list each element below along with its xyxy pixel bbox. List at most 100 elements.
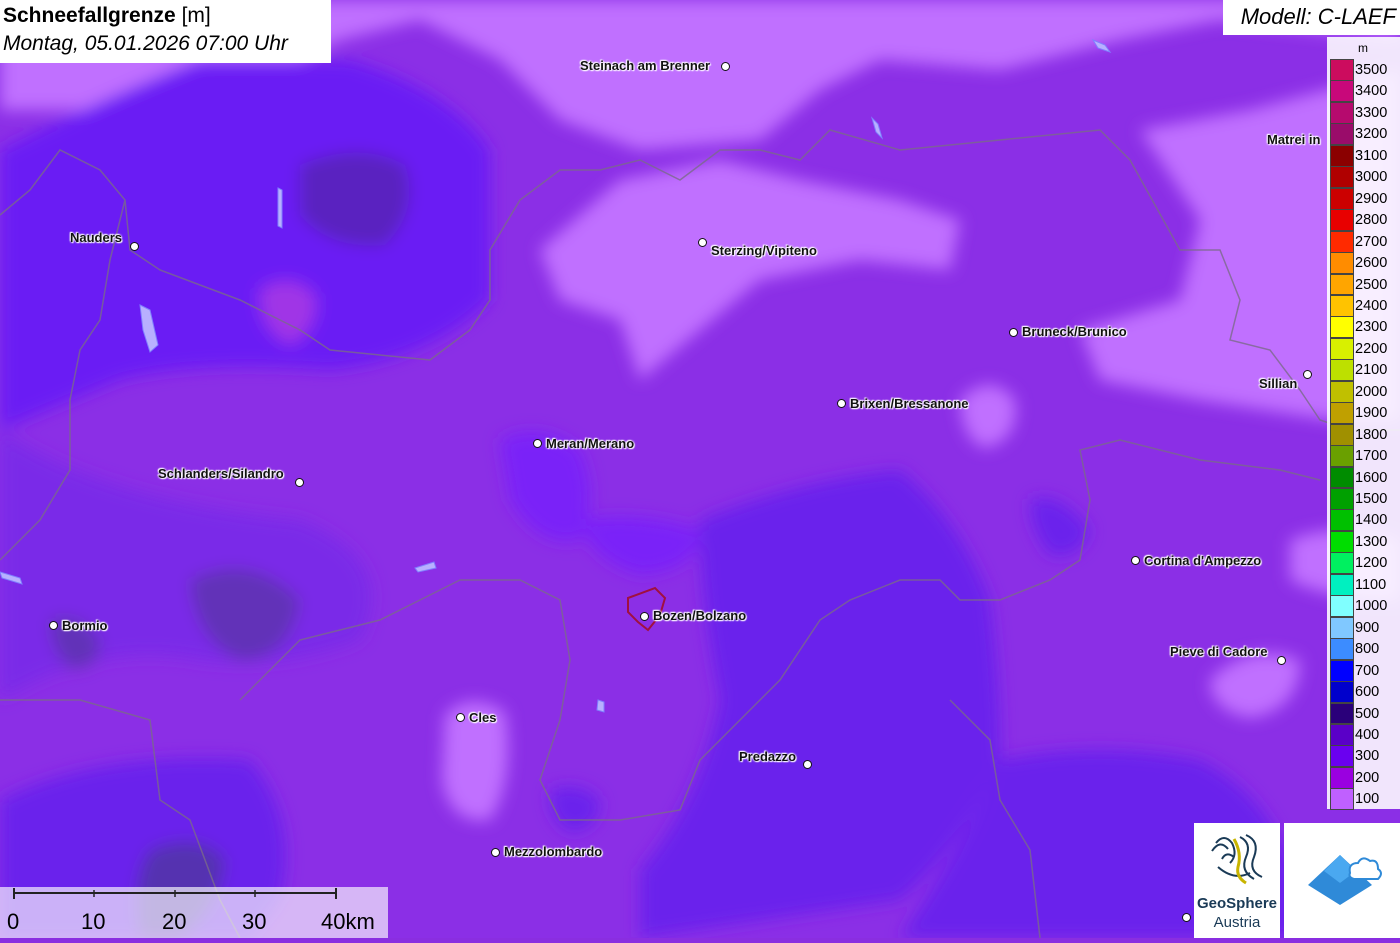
city-label[interactable]: Sterzing/Vipiteno xyxy=(711,244,817,258)
city-label[interactable]: Predazzo xyxy=(739,750,796,764)
legend-label: 2100 xyxy=(1355,362,1388,379)
legend-label: 2800 xyxy=(1355,212,1388,229)
legend-label: 3500 xyxy=(1355,62,1388,78)
city-marker[interactable] xyxy=(803,760,812,769)
legend-swatch xyxy=(1330,659,1354,682)
legend-swatch xyxy=(1330,294,1354,317)
legend-swatch xyxy=(1330,316,1354,339)
legend-swatch xyxy=(1330,101,1354,124)
legend-swatch xyxy=(1330,230,1354,253)
legend-swatch xyxy=(1330,252,1354,274)
legend-label: 500 xyxy=(1355,705,1380,722)
city-marker[interactable] xyxy=(1277,656,1286,665)
geosphere-logo[interactable]: GeoSphere Austria xyxy=(1194,823,1280,938)
legend-swatch xyxy=(1330,552,1354,575)
legend-label: 800 xyxy=(1355,641,1380,658)
legend-label: 1000 xyxy=(1355,598,1388,615)
city-label[interactable]: Bormio xyxy=(62,619,108,633)
house-cloud-logo[interactable] xyxy=(1284,823,1400,938)
house-cloud-icon xyxy=(1308,855,1382,905)
legend-swatch xyxy=(1330,80,1354,103)
legend-label: 2700 xyxy=(1355,233,1388,250)
city-marker[interactable] xyxy=(533,439,542,448)
city-marker[interactable] xyxy=(640,612,649,621)
city-label[interactable]: Schlanders/Silandro xyxy=(158,467,284,481)
legend-swatch xyxy=(1330,166,1354,189)
scale-label: 30 xyxy=(242,909,267,934)
legend-swatch xyxy=(1330,423,1354,446)
legend-label: 2000 xyxy=(1355,383,1388,400)
legend-swatch xyxy=(1330,616,1354,639)
model-label: Modell: C-LAEF xyxy=(1240,4,1396,29)
scale-label: 10 xyxy=(81,909,106,934)
city-label[interactable]: Bruneck/Brunico xyxy=(1022,325,1127,339)
map-title-unit: [m] xyxy=(181,4,211,27)
city-marker[interactable] xyxy=(295,478,304,487)
city-marker[interactable] xyxy=(491,848,500,857)
legend-swatch xyxy=(1330,595,1354,618)
legend-label: 700 xyxy=(1355,662,1380,679)
city-label[interactable]: Brixen/Bressanone xyxy=(850,397,969,411)
city-marker[interactable] xyxy=(698,238,707,247)
legend-swatch xyxy=(1330,187,1354,210)
model-box: Modell: C-LAEF xyxy=(1223,0,1400,35)
legend-swatch xyxy=(1330,702,1354,725)
legend-swatch xyxy=(1330,681,1354,703)
legend-label: 1200 xyxy=(1355,555,1388,572)
legend-label: 300 xyxy=(1355,748,1380,765)
city-label[interactable]: Matrei in xyxy=(1267,133,1320,147)
city-label[interactable]: Pieve di Cadore xyxy=(1170,645,1268,659)
city-marker[interactable] xyxy=(721,62,730,71)
legend-label: 600 xyxy=(1355,684,1380,701)
city-marker[interactable] xyxy=(456,713,465,722)
city-marker[interactable] xyxy=(837,399,846,408)
legend-label: 1300 xyxy=(1355,533,1388,550)
city-label[interactable]: Steinach am Brenner xyxy=(580,59,710,73)
legend-swatch xyxy=(1330,445,1354,468)
city-label[interactable]: Sillian xyxy=(1259,377,1297,391)
legend-swatch xyxy=(1330,509,1354,532)
geosphere-label-1: GeoSphere xyxy=(1196,895,1278,912)
legend-label: 2300 xyxy=(1355,319,1388,336)
legend-label: 1700 xyxy=(1355,448,1388,465)
scale-label: 40km xyxy=(321,909,375,934)
city-marker[interactable] xyxy=(49,621,58,630)
city-marker[interactable] xyxy=(1182,913,1191,922)
geosphere-label-2: Austria xyxy=(1213,914,1261,931)
city-label[interactable]: Nauders xyxy=(70,231,122,245)
city-label[interactable]: Cortina d'Ampezzo xyxy=(1144,554,1261,568)
legend-label: 3200 xyxy=(1355,126,1388,143)
city-marker[interactable] xyxy=(1303,370,1312,379)
legend-label: 3400 xyxy=(1355,83,1388,100)
city-label[interactable]: Mezzolombardo xyxy=(504,845,602,859)
legend-swatch xyxy=(1330,59,1354,81)
city-label[interactable]: Bozen/Bolzano xyxy=(653,609,746,623)
city-marker[interactable] xyxy=(1009,328,1018,337)
legend-label: 400 xyxy=(1355,726,1380,743)
legend-swatch xyxy=(1330,638,1354,661)
scale-label: 0 xyxy=(7,909,20,934)
legend-swatch xyxy=(1330,466,1354,489)
legend-swatch xyxy=(1330,573,1354,596)
legend-label: 1500 xyxy=(1355,491,1388,507)
legend-swatch xyxy=(1330,359,1354,382)
map-datetime: Montag, 05.01.2026 07:00 Uhr xyxy=(3,32,288,55)
city-marker[interactable] xyxy=(1131,556,1140,565)
legend-swatch xyxy=(1330,723,1354,746)
legend-label: 100 xyxy=(1355,791,1380,808)
legend-swatch xyxy=(1330,402,1354,425)
legend-label: 1600 xyxy=(1355,469,1388,486)
city-marker[interactable] xyxy=(130,242,139,251)
map-title: Schneefallgrenze xyxy=(3,4,176,27)
legend-label: 2900 xyxy=(1355,190,1388,207)
city-label[interactable]: Meran/Merano xyxy=(546,437,634,451)
legend-swatch xyxy=(1330,144,1354,167)
geosphere-emblem-icon xyxy=(1211,834,1263,885)
legend-swatch xyxy=(1330,745,1354,768)
legend-label: 2600 xyxy=(1355,255,1388,272)
city-label[interactable]: Cles xyxy=(469,711,496,725)
legend-swatch xyxy=(1330,766,1354,789)
legend-label: 3300 xyxy=(1355,104,1388,121)
legend-label: 1100 xyxy=(1355,576,1387,593)
legend-swatch xyxy=(1330,337,1354,360)
